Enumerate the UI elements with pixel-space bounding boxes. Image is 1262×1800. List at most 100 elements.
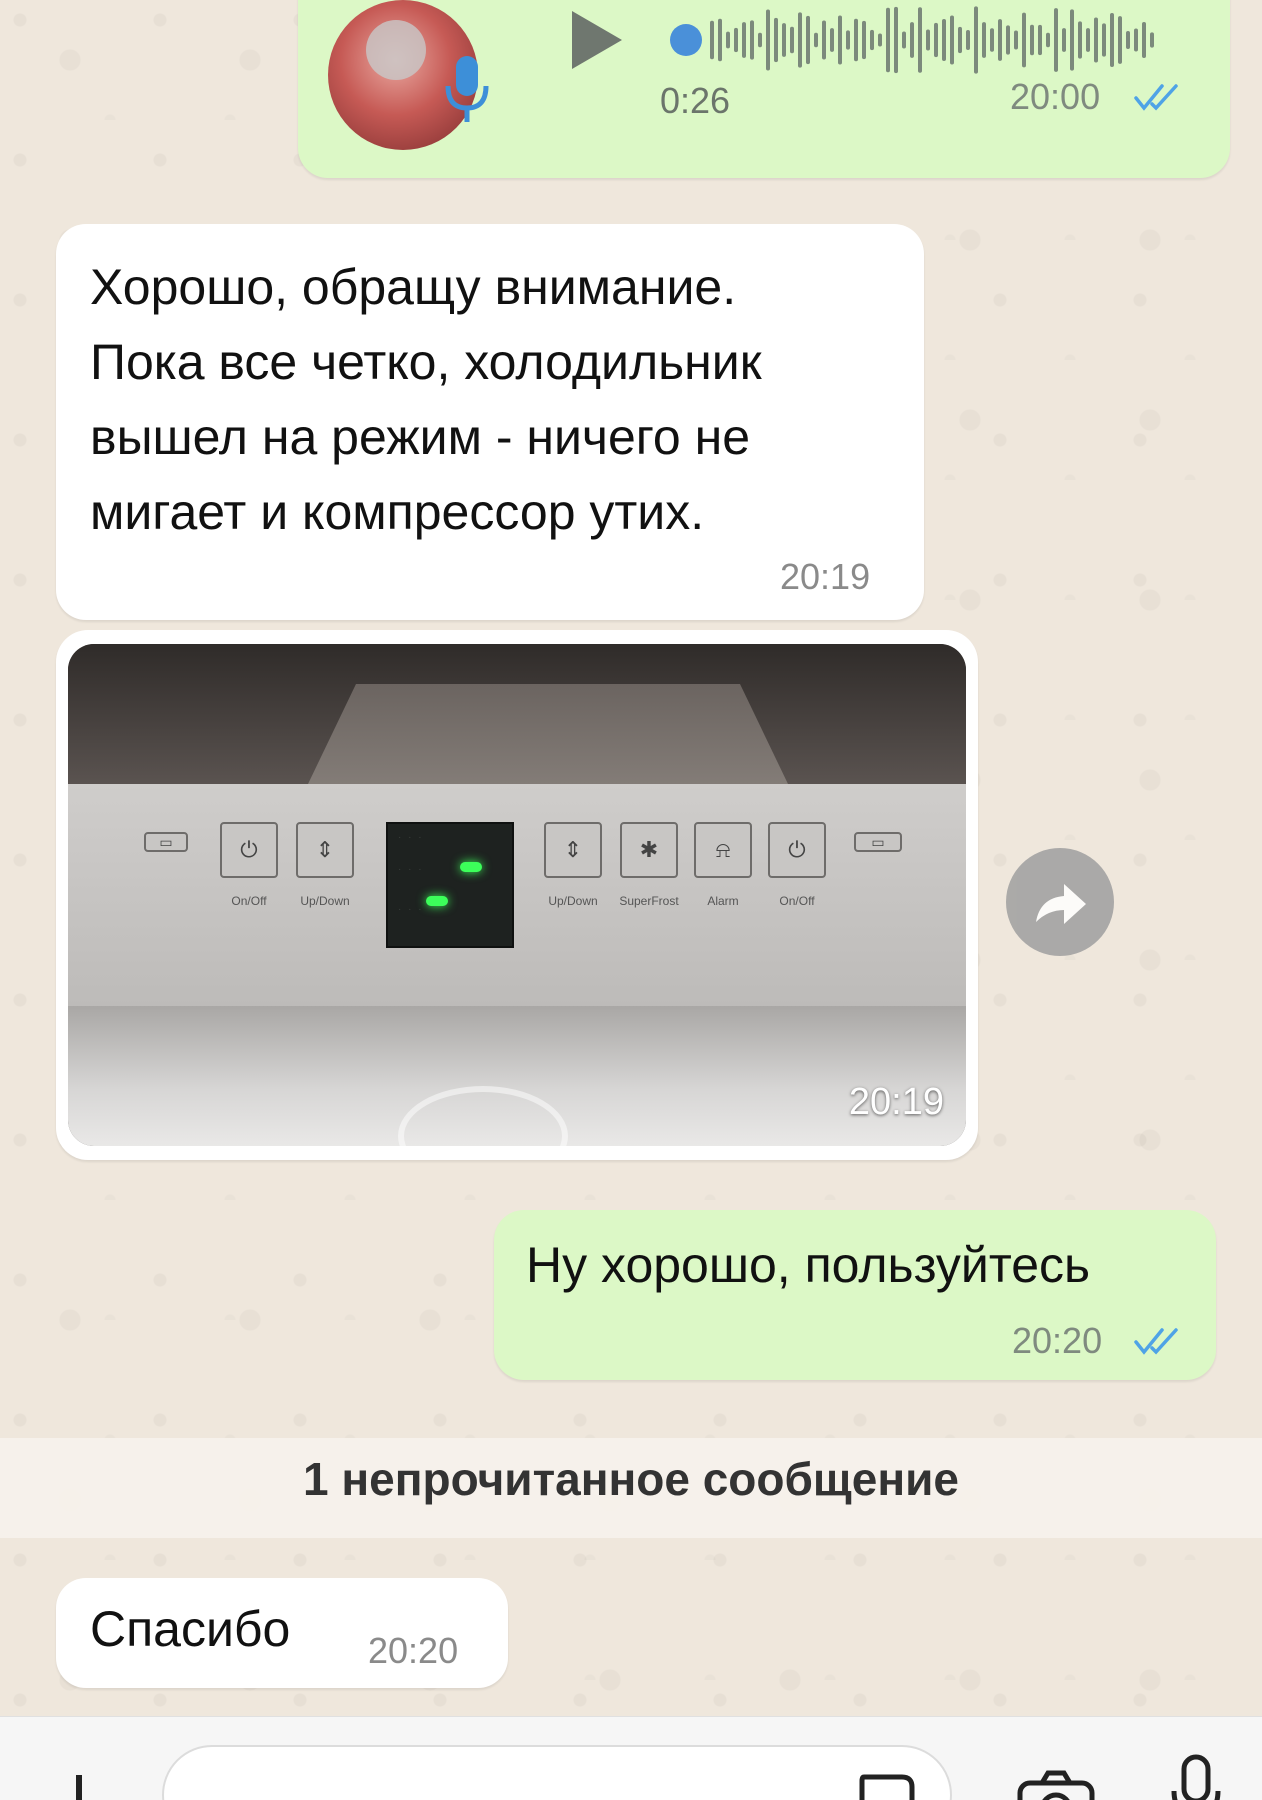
waveform-bar xyxy=(1038,24,1042,56)
waveform-bar xyxy=(1054,8,1058,72)
panel-label: Up/Down xyxy=(300,894,350,908)
waveform-bar xyxy=(774,17,778,63)
superfrost-icon: ✱ xyxy=(620,822,678,878)
waveform-bar xyxy=(1006,25,1010,55)
waveform-bar xyxy=(798,12,802,68)
waveform-bar xyxy=(846,30,850,50)
waveform-bar xyxy=(830,28,834,52)
waveform-bar xyxy=(838,15,842,65)
alarm-icon: ⍾ xyxy=(694,822,752,878)
forward-button[interactable] xyxy=(1006,848,1114,956)
waveform-bar xyxy=(1030,24,1034,56)
waveform-bar xyxy=(870,29,874,51)
waveform-bar xyxy=(990,28,994,52)
message-input[interactable] xyxy=(162,1745,952,1800)
incoming-message[interactable]: Хорошо, обращу внимание. Пока все четко,… xyxy=(56,224,924,620)
read-ticks-icon xyxy=(1134,84,1178,111)
forward-icon xyxy=(1036,884,1086,924)
waveform-bar xyxy=(822,20,826,60)
message-input-bar xyxy=(0,1716,1262,1800)
voice-waveform[interactable] xyxy=(670,0,1160,80)
photo-message[interactable]: ▭ ⏻ On/Off ⇕ Up/Down ⇕ Up/Down ✱ SuperFr… xyxy=(56,630,978,1160)
waveform-bar xyxy=(726,31,730,49)
waveform-bar xyxy=(958,26,962,54)
waveform-bar xyxy=(734,27,738,53)
message-time: 20:20 xyxy=(368,1630,459,1671)
temperature-display: · · · · · · · · · xyxy=(386,822,514,948)
waveform-bar xyxy=(718,18,722,62)
plus-icon[interactable] xyxy=(44,1771,114,1800)
waveform-bar xyxy=(806,15,810,65)
message-time: 20:20 xyxy=(1012,1320,1103,1361)
waveform-bar xyxy=(886,7,890,73)
power-icon: ⏻ xyxy=(220,822,278,878)
waveform-bar xyxy=(758,32,762,48)
play-icon[interactable] xyxy=(566,5,626,75)
unread-divider: 1 непрочитанное сообщение xyxy=(0,1438,1262,1538)
waveform-bar xyxy=(934,22,938,58)
waveform-bar xyxy=(926,29,930,51)
microphone-icon xyxy=(445,56,489,122)
microphone-icon[interactable] xyxy=(1170,1753,1222,1800)
message-time: 20:00 xyxy=(1010,76,1101,117)
message-line: мигает и компрессор утих. xyxy=(90,484,705,540)
waveform-bar xyxy=(1118,16,1122,64)
waveform-bar xyxy=(854,18,858,62)
voice-duration: 0:26 xyxy=(660,80,731,121)
waveform-bar xyxy=(1150,32,1154,48)
waveform-bar xyxy=(966,30,970,50)
waveform-bar xyxy=(918,7,922,73)
waveform-bar xyxy=(1070,9,1074,71)
waveform-bar xyxy=(998,19,1002,61)
updown-icon: ⇕ xyxy=(544,822,602,878)
outgoing-message[interactable]: Ну хорошо, пользуйтесь 20:20 xyxy=(494,1210,1216,1380)
power-icon: ⏻ xyxy=(768,822,826,878)
waveform-bar xyxy=(1062,28,1066,52)
read-ticks-icon xyxy=(1134,1328,1178,1355)
message-line: Хорошо, обращу внимание. xyxy=(90,259,737,315)
waveform-bar xyxy=(1142,21,1146,59)
waveform-bar xyxy=(1022,12,1026,68)
sticker-icon[interactable] xyxy=(854,1769,920,1800)
waveform-bar xyxy=(1110,12,1114,68)
waveform-bar xyxy=(1078,21,1082,59)
waveform-bar xyxy=(766,9,770,71)
message-text: Спасибо xyxy=(90,1601,291,1657)
message-time: 20:19 xyxy=(848,1081,944,1123)
playback-position-dot xyxy=(670,24,702,56)
waveform-bar xyxy=(894,6,898,74)
message-text: Ну хорошо, пользуйтесь xyxy=(526,1237,1091,1293)
incoming-message[interactable]: Спасибо 20:20 xyxy=(56,1578,508,1688)
waveform-bar xyxy=(982,22,986,58)
waveform-bar xyxy=(974,6,978,74)
voice-message[interactable]: 0:26 20:00 xyxy=(298,0,1230,178)
fridge-control-panel-photo[interactable]: ▭ ⏻ On/Off ⇕ Up/Down ⇕ Up/Down ✱ SuperFr… xyxy=(68,644,966,1146)
waveform-bar xyxy=(1014,30,1018,50)
waveform-bar xyxy=(910,22,914,58)
waveform-bar xyxy=(862,20,866,60)
camera-icon[interactable] xyxy=(1016,1767,1096,1800)
waveform-bar xyxy=(950,15,954,65)
unread-divider-label: 1 непрочитанное сообщение xyxy=(303,1453,959,1505)
waveform-bar xyxy=(1126,31,1130,49)
indicator-icon: ▭ xyxy=(144,832,188,852)
waveform-bar xyxy=(1134,28,1138,52)
updown-icon: ⇕ xyxy=(296,822,354,878)
waveform-bar xyxy=(790,26,794,54)
waveform-bar xyxy=(814,32,818,48)
message-line: вышел на режим - ничего не xyxy=(90,409,751,465)
waveform-bar xyxy=(1046,32,1050,48)
waveform-bar xyxy=(1102,23,1106,57)
indicator-icon: ▭ xyxy=(854,832,902,852)
panel-label: On/Off xyxy=(779,894,815,908)
waveform-bar xyxy=(1094,17,1098,63)
waveform-bar xyxy=(782,23,786,57)
waveform-bar xyxy=(1086,28,1090,52)
waveform-bar xyxy=(710,20,714,60)
waveform-bar xyxy=(878,33,882,47)
waveform-bar xyxy=(902,31,906,49)
message-line: Пока все четко, холодильник xyxy=(90,334,762,390)
waveform-bar xyxy=(750,20,754,60)
waveform-bar xyxy=(942,19,946,61)
waveform-bar xyxy=(742,22,746,58)
